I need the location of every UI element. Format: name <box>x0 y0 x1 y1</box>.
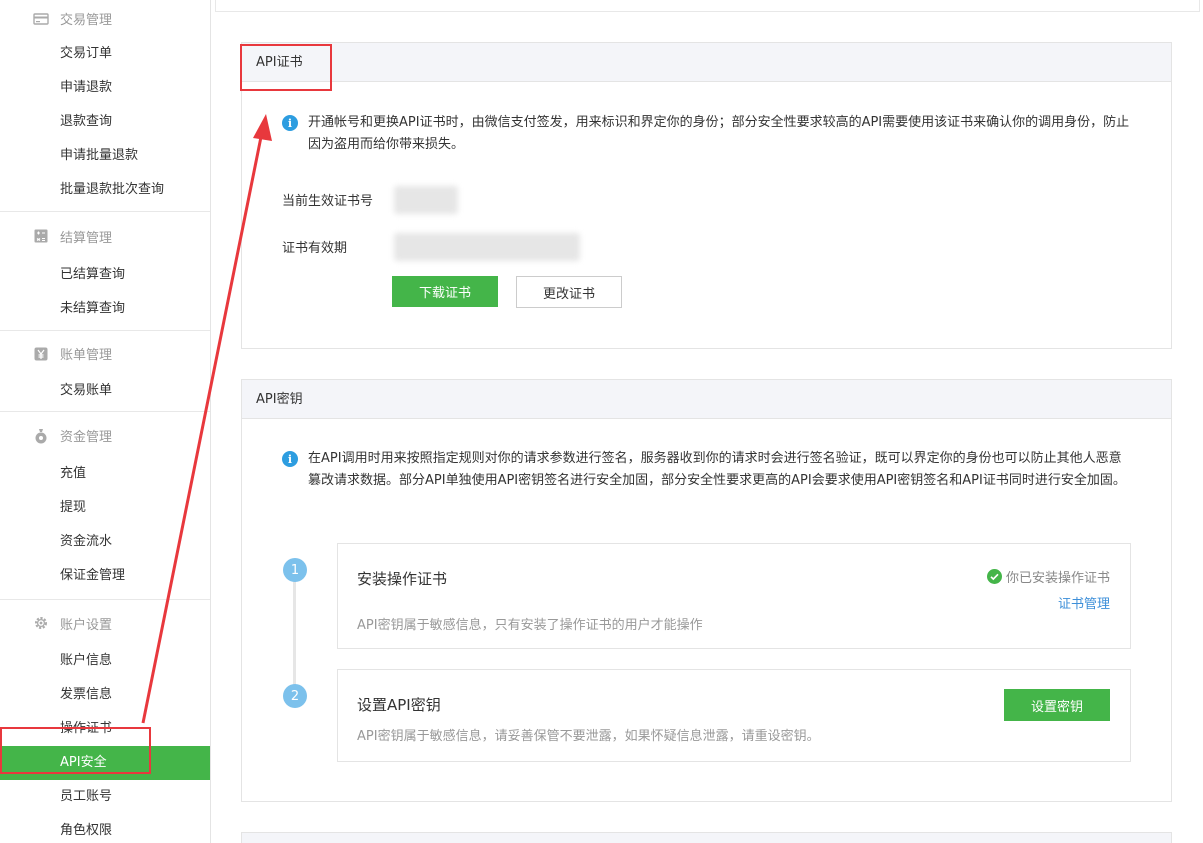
next-panel-header <box>241 832 1172 843</box>
sidebar-group-funds: 资金管理 充值 提现 资金流水 保证金管理 <box>0 412 210 600</box>
sidebar-item-recharge[interactable]: 充值 <box>0 457 210 491</box>
set-key-button[interactable]: 设置密钥 <box>1004 689 1110 721</box>
sidebar-item-fund-flow[interactable]: 资金流水 <box>0 525 210 559</box>
sidebar-item-withdraw[interactable]: 提现 <box>0 491 210 525</box>
sidebar-group-header: 结算管理 <box>0 212 210 258</box>
api-cert-info: i 开通帐号和更换API证书时，由微信支付签发，用来标识和界定你的身份；部分安全… <box>282 112 1132 156</box>
calculator-icon <box>33 228 49 244</box>
cert-validity-redacted <box>394 233 580 261</box>
sidebar-item-batch-refund[interactable]: 申请批量退款 <box>0 139 210 173</box>
sidebar-item-refund-query[interactable]: 退款查询 <box>0 105 210 139</box>
cert-number-redacted <box>394 186 458 214</box>
money-bag-icon <box>33 428 49 444</box>
cert-installed-text: 你已安装操作证书 <box>1005 571 1110 586</box>
sidebar-group-transaction: 交易管理 交易订单 申请退款 退款查询 申请批量退款 批量退款批次查询 <box>0 0 210 212</box>
sidebar-group-title: 结算管理 <box>60 230 113 246</box>
info-icon: i <box>282 451 298 467</box>
step-2-number: 2 <box>283 684 307 708</box>
step-2-desc: API密钥属于敏感信息，请妥善保管不要泄露，如果怀疑信息泄露，请重设密钥。 <box>357 729 820 744</box>
api-key-panel: API密钥 i 在API调用时用来按照指定规则对你的请求参数进行签名，服务器收到… <box>241 379 1172 802</box>
download-cert-button[interactable]: 下载证书 <box>392 276 498 307</box>
sidebar-group-settlement: 结算管理 已结算查询 未结算查询 <box>0 212 210 331</box>
sidebar-group-bill: 账单管理 交易账单 <box>0 331 210 412</box>
sidebar-group-title: 资金管理 <box>60 430 113 445</box>
sidebar-item-unsettled-query[interactable]: 未结算查询 <box>0 292 210 330</box>
sidebar-item-role-permissions[interactable]: 角色权限 <box>0 814 210 843</box>
top-divider <box>215 0 1200 12</box>
sidebar-group-title: 账户设置 <box>60 617 113 633</box>
step-1-number: 1 <box>283 558 307 582</box>
sidebar-item-trade-bill[interactable]: 交易账单 <box>0 374 210 411</box>
gear-icon <box>33 615 49 631</box>
check-circle-icon <box>986 569 1002 584</box>
sidebar-group-title: 账单管理 <box>60 348 113 363</box>
api-key-info-text: 在API调用时用来按照指定规则对你的请求参数进行签名，服务器收到你的请求时会进行… <box>308 451 1126 488</box>
sidebar-item-account-info[interactable]: 账户信息 <box>0 644 210 678</box>
cert-management-link[interactable]: 证书管理 <box>1058 593 1110 612</box>
sidebar-item-apply-refund[interactable]: 申请退款 <box>0 71 210 105</box>
sidebar-group-header: 交易管理 <box>0 0 210 37</box>
current-cert-label: 当前生效证书号 <box>282 194 374 209</box>
card-icon <box>33 11 49 27</box>
step-1-card: 安装操作证书 API密钥属于敏感信息，只有安装了操作证书的用户才能操作 你已安装… <box>337 543 1131 649</box>
sidebar-item-staff-account[interactable]: 员工账号 <box>0 780 210 814</box>
info-icon: i <box>282 115 298 131</box>
main-content: API证书 i 开通帐号和更换API证书时，由微信支付签发，用来标识和界定你的身… <box>211 0 1203 843</box>
sidebar-item-invoice-info[interactable]: 发票信息 <box>0 678 210 712</box>
sidebar-group-account: 账户设置 账户信息 发票信息 操作证书 API安全 员工账号 角色权限 <box>0 600 210 843</box>
cert-validity-label: 证书有效期 <box>282 241 348 256</box>
api-key-info: i 在API调用时用来按照指定规则对你的请求参数进行签名，服务器收到你的请求时会… <box>282 448 1132 492</box>
steps-connector-line <box>293 570 296 695</box>
cert-installed-status: 你已安装操作证书 <box>986 567 1110 586</box>
sidebar-group-header: 账户设置 <box>0 600 210 644</box>
sidebar-item-trade-orders[interactable]: 交易订单 <box>0 37 210 71</box>
sidebar-group-header: 资金管理 <box>0 412 210 457</box>
step-2-card: 设置API密钥 API密钥属于敏感信息，请妥善保管不要泄露，如果怀疑信息泄露，请… <box>337 669 1131 762</box>
sidebar-group-title: 交易管理 <box>60 13 113 28</box>
annotation-box-api-cert <box>240 44 332 91</box>
sidebar-item-deposit[interactable]: 保证金管理 <box>0 559 210 599</box>
sidebar: 交易管理 交易订单 申请退款 退款查询 申请批量退款 批量退款批次查询 结算管理… <box>0 0 211 843</box>
api-cert-info-text: 开通帐号和更换API证书时，由微信支付签发，用来标识和界定你的身份；部分安全性要… <box>308 115 1130 152</box>
step-1-desc: API密钥属于敏感信息，只有安装了操作证书的用户才能操作 <box>357 618 703 633</box>
change-cert-button[interactable]: 更改证书 <box>516 276 622 308</box>
sidebar-item-batch-refund-query[interactable]: 批量退款批次查询 <box>0 173 210 211</box>
api-cert-panel-title: API证书 <box>242 43 1171 82</box>
step-1-title: 安装操作证书 <box>357 570 448 588</box>
yen-icon <box>33 346 49 362</box>
annotation-box-api-security <box>0 727 151 774</box>
api-cert-panel: API证书 i 开通帐号和更换API证书时，由微信支付签发，用来标识和界定你的身… <box>241 42 1172 349</box>
sidebar-item-settled-query[interactable]: 已结算查询 <box>0 258 210 292</box>
sidebar-group-header: 账单管理 <box>0 331 210 374</box>
step-2-title: 设置API密钥 <box>357 696 441 714</box>
api-key-panel-title: API密钥 <box>242 380 1171 419</box>
